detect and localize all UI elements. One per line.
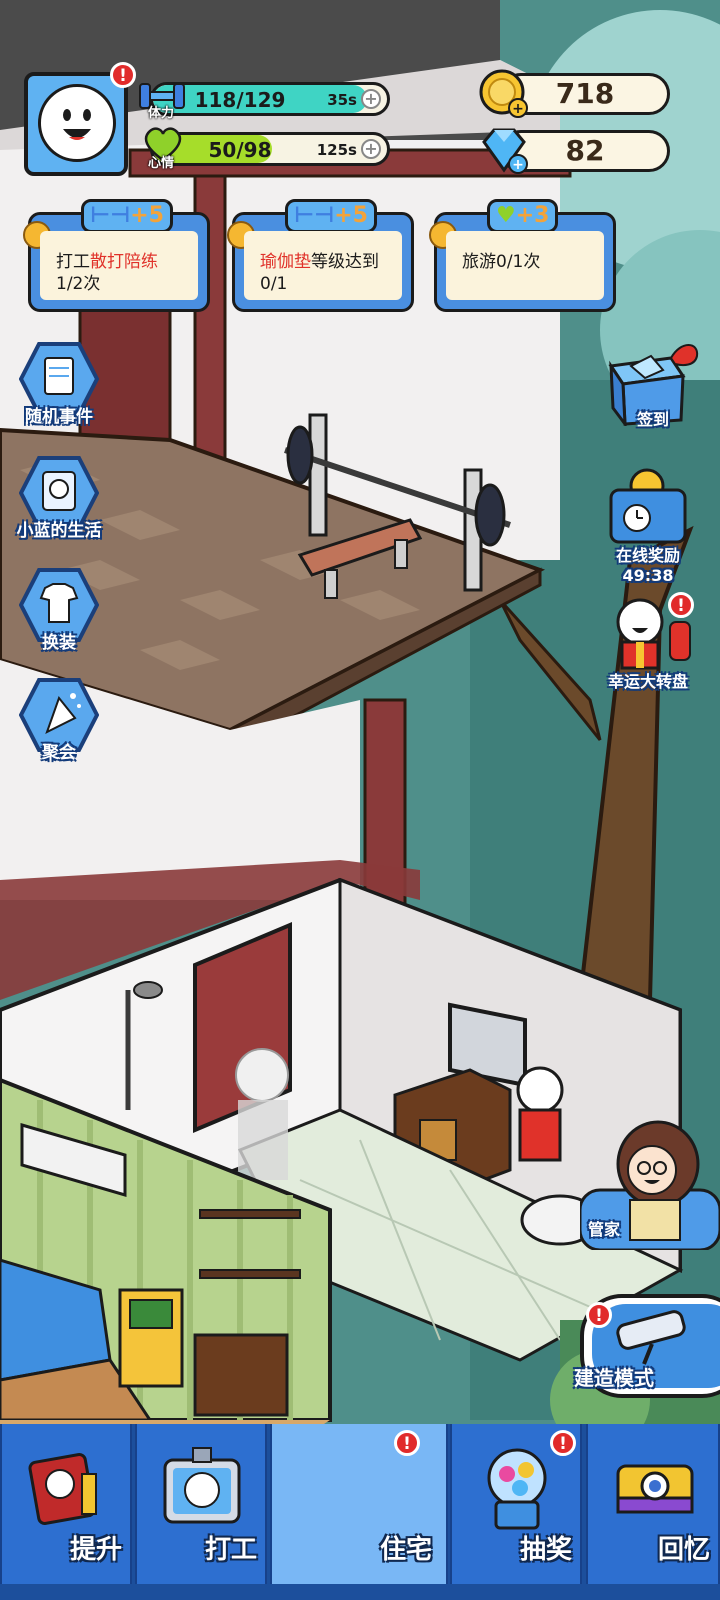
lucky-wheel-label: 幸运大转盘 xyxy=(607,672,688,691)
butler-label: 管家 xyxy=(588,1220,621,1239)
outfit-label: 换装 xyxy=(42,633,76,653)
svg-text:+: + xyxy=(512,101,524,117)
task-progress: 0/1 xyxy=(260,274,288,294)
avatar-face xyxy=(38,84,116,162)
bottom-nav: 提升 打工 住宅 抽奖 回忆 xyxy=(0,1424,720,1600)
stamina-label: 体力 xyxy=(148,106,175,121)
life-diary-button[interactable]: 小蓝的生活 xyxy=(14,456,104,541)
random-event-label: 随机事件 xyxy=(25,407,93,427)
avatar-alert-badge: ! xyxy=(110,62,136,88)
stamina-timer: 35s xyxy=(327,91,357,109)
butler-button[interactable]: 管家 xyxy=(578,1120,720,1270)
party-button[interactable]: 聚会 xyxy=(14,678,104,763)
coin-icon[interactable]: + xyxy=(478,68,530,120)
mood-plus-icon[interactable]: + xyxy=(361,139,381,159)
build-mode-label: 建造模式 xyxy=(574,1366,654,1390)
task-reward: ⊢⊣+5 xyxy=(81,199,173,233)
task-text: 打工散打陪练 1/2次 xyxy=(40,231,198,300)
nav-upgrade-label: 提升 xyxy=(69,1535,122,1565)
task-card-2[interactable]: ⊢⊣+5 瑜伽垫等级达到 0/1 xyxy=(227,199,414,312)
task-card-3[interactable]: ♥+3 旅游0/1次 xyxy=(429,199,616,312)
nav-gacha-alert-badge: ! xyxy=(550,1430,576,1456)
task-reward: ♥+3 xyxy=(487,199,559,233)
nav-gacha-label: 抽奖 xyxy=(519,1535,572,1565)
online-reward-button[interactable]: 在线奖励 49:38 xyxy=(596,468,700,585)
signin-button[interactable]: 签到 xyxy=(598,336,708,430)
outfit-button[interactable]: 换装 xyxy=(14,568,104,653)
dumbbell-icon: ⊢⊣ xyxy=(90,203,131,228)
dumbbell-icon: ⊢⊣ xyxy=(294,203,335,228)
life-diary-label: 小蓝的生活 xyxy=(16,521,102,541)
nav-work[interactable]: 打工 xyxy=(135,1424,267,1584)
camera-icon xyxy=(616,1464,694,1514)
task-progress: 1/2次 xyxy=(56,274,101,294)
id-badge-icon xyxy=(163,1447,241,1524)
random-event-button[interactable]: 随机事件 xyxy=(14,342,104,427)
book-icon xyxy=(28,1453,97,1525)
task-reward: ⊢⊣+5 xyxy=(285,199,377,233)
build-mode-alert-badge: ! xyxy=(586,1302,612,1328)
nav-upgrade[interactable]: 提升 xyxy=(0,1424,132,1584)
svg-text:+: + xyxy=(512,157,524,173)
nav-residence[interactable]: 住宅 xyxy=(270,1424,448,1584)
mood-label: 心情 xyxy=(148,156,175,171)
coin-value: 718 xyxy=(555,77,615,110)
gem-value: 82 xyxy=(565,134,605,167)
nav-residence-label: 住宅 xyxy=(379,1535,432,1565)
gacha-machine-icon xyxy=(487,1448,547,1530)
nav-memory-label: 回忆 xyxy=(657,1535,710,1565)
nav-memory[interactable]: 回忆 xyxy=(586,1424,720,1584)
stamina-plus-icon[interactable]: + xyxy=(361,89,381,109)
mood-timer: 125s xyxy=(316,141,357,159)
party-label: 聚会 xyxy=(42,743,76,763)
task-text: 瑜伽垫等级达到 0/1 xyxy=(244,231,402,300)
heart-icon: ♥ xyxy=(496,203,516,228)
lucky-wheel-alert-badge: ! xyxy=(668,592,694,618)
player-avatar[interactable] xyxy=(24,72,128,176)
nav-residence-alert-badge: ! xyxy=(394,1430,420,1456)
task-card-1[interactable]: ⊢⊣+5 打工散打陪练 1/2次 xyxy=(23,199,210,312)
online-reward-timer: 49:38 xyxy=(622,566,674,585)
nav-work-label: 打工 xyxy=(204,1535,257,1565)
wallet-clock-icon xyxy=(609,468,687,544)
diamond-icon[interactable]: + xyxy=(478,124,530,176)
task-text: 旅游0/1次 xyxy=(446,231,604,300)
